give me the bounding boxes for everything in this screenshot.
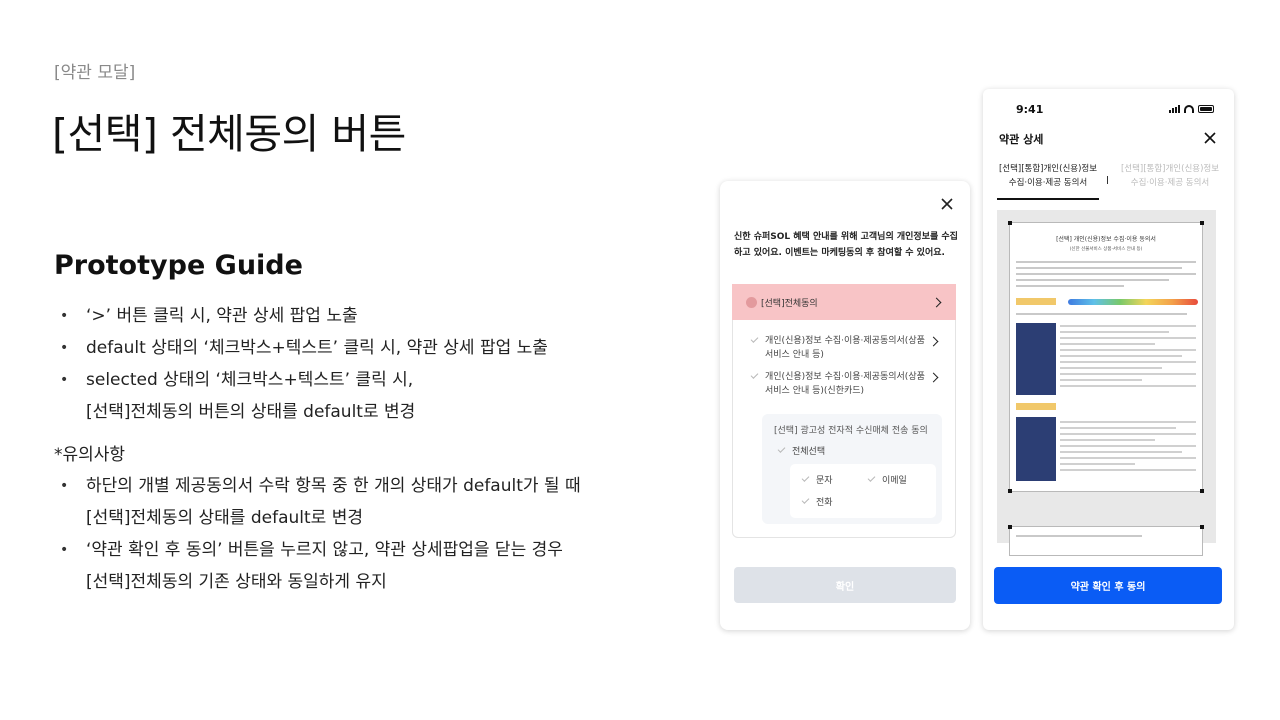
- section-tag: [1016, 403, 1056, 410]
- guide-item-text: default 상태의 ‘체크박스+텍스트’ 클릭 시, 약관 상세 팝업 노출: [86, 338, 548, 358]
- all-agree-label: [선택]전체동의: [761, 298, 818, 309]
- tab-divider: [1107, 176, 1108, 184]
- active-tab-indicator: [997, 198, 1099, 200]
- close-icon[interactable]: [940, 197, 954, 211]
- document-text: [1016, 261, 1196, 291]
- guide-list: ‘>’ 버튼 클릭 시, 약관 상세 팝업 노출 default 상태의 ‘체크…: [60, 300, 700, 428]
- agree-after-review-button[interactable]: 약관 확인 후 동의: [994, 567, 1222, 604]
- check-icon: [867, 474, 876, 482]
- grade-scale-bar: [1068, 299, 1198, 305]
- detail-heading: 약관 상세: [999, 133, 1044, 146]
- note-item: 하단의 개별 제공동의서 수락 항목 중 한 개의 상태가 default가 될…: [60, 470, 700, 534]
- battery-icon: [1198, 105, 1214, 113]
- tab-label: [선택][통합]개인(신용)정보: [998, 164, 1098, 174]
- notes-heading: *유의사항: [54, 445, 126, 465]
- notes-list: 하단의 개별 제공동의서 수락 항목 중 한 개의 상태가 default가 될…: [60, 470, 700, 598]
- wifi-icon: [1184, 105, 1194, 113]
- document-viewer[interactable]: [선택] 개인(신용)정보 수집·이용 동의서 (신한 선불서비스 상품·서비스…: [997, 210, 1216, 556]
- document-subtitle: (신한 선불서비스 상품·서비스 안내 등): [1069, 247, 1143, 252]
- note-item-text-cont: [선택]전체동의 상태를 default로 변경: [86, 508, 363, 528]
- corner-mark: [1008, 221, 1012, 225]
- document-text: [1016, 535, 1196, 541]
- signal-icon: [1169, 105, 1180, 113]
- check-icon: [801, 474, 810, 482]
- guide-item-text: selected 상태의 ‘체크박스+텍스트’ 클릭 시,: [86, 370, 414, 390]
- channel-options: 문자 이메일 전화: [790, 464, 936, 518]
- note-item-text: 하단의 개별 제공동의서 수락 항목 중 한 개의 상태가 default가 될…: [86, 476, 581, 496]
- modal-intro: 신한 슈퍼SOL 혜택 안내를 위해 고객님의 개인정보를 수집하고 있어요. …: [734, 232, 958, 258]
- guide-item-text-cont: [선택]전체동의 버튼의 상태를 default로 변경: [86, 402, 416, 422]
- agreement-modal: 신한 슈퍼SOL 혜택 안내를 위해 고객님의 개인정보를 수집하고 있어요. …: [720, 181, 970, 630]
- table-header-block: [1016, 323, 1056, 395]
- corner-mark: [1008, 525, 1012, 529]
- table-header-block: [1016, 417, 1056, 481]
- agreement-item-label: 개인(신용)정보 수집·이용·제공동의서(상품서비스 안내 등): [765, 336, 925, 360]
- channel-option[interactable]: 문자: [801, 473, 833, 486]
- page-title: [선택] 전체동의 버튼: [52, 110, 406, 158]
- corner-mark: [1200, 489, 1204, 493]
- ad-consent-section: [선택] 광고성 전자적 수신매체 전송 동의 전체선택 문자 이메일 전화: [762, 414, 942, 524]
- chevron-right-icon[interactable]: [931, 297, 942, 308]
- document-page: [선택] 개인(신용)정보 수집·이용 동의서 (신한 선불서비스 상품·서비스…: [1008, 221, 1204, 493]
- guide-item: ‘>’ 버튼 클릭 시, 약관 상세 팝업 노출: [60, 300, 700, 332]
- guide-item: selected 상태의 ‘체크박스+텍스트’ 클릭 시, [선택]전체동의 버튼…: [60, 364, 700, 428]
- agreement-item[interactable]: 개인(신용)정보 수집·이용·제공동의서(상품서비스 안내 등): [750, 334, 931, 362]
- note-item: ‘약관 확인 후 동의’ 버튼을 누르지 않고, 약관 상세팝업을 닫는 경우 […: [60, 534, 700, 598]
- check-icon: [750, 371, 759, 379]
- tab-label-cont: 수집·이용·제공 동의서: [1130, 178, 1210, 188]
- corner-mark: [1200, 525, 1204, 529]
- tab-label-cont: 수집·이용·제공 동의서: [1008, 178, 1088, 188]
- ad-consent-title: [선택] 광고성 전자적 수신매체 전송 동의: [774, 426, 928, 436]
- channel-label: 이메일: [882, 476, 907, 486]
- confirm-button[interactable]: 확인: [734, 567, 956, 603]
- document-title: [선택] 개인(신용)정보 수집·이용 동의서: [1056, 236, 1156, 243]
- guide-item: default 상태의 ‘체크박스+텍스트’ 클릭 시, 약관 상세 팝업 노출: [60, 332, 700, 364]
- check-icon: [777, 445, 786, 453]
- channel-option[interactable]: 전화: [801, 495, 833, 508]
- select-all-option[interactable]: 전체선택: [777, 444, 826, 457]
- document-page: [1008, 525, 1204, 556]
- all-agree-row[interactable]: [선택]전체동의: [732, 284, 956, 320]
- channel-label: 문자: [816, 476, 833, 486]
- check-icon: [750, 335, 759, 343]
- agreement-item[interactable]: 개인(신용)정보 수집·이용·제공동의서(상품서비스 안내 등)(신한카드): [750, 370, 931, 398]
- status-icons: [1169, 105, 1214, 113]
- checkbox-icon[interactable]: [746, 296, 757, 308]
- corner-mark: [1200, 221, 1204, 225]
- document-text: [1060, 421, 1196, 475]
- eyebrow-label: [약관 모달]: [54, 63, 136, 83]
- guide-heading: Prototype Guide: [54, 250, 303, 281]
- tab-consent-2[interactable]: [선택][통합]개인(신용)정보 수집·이용·제공 동의서: [1117, 162, 1223, 190]
- select-all-label: 전체선택: [792, 447, 826, 457]
- document-text: [1060, 325, 1196, 391]
- guide-item-text: ‘>’ 버튼 클릭 시, 약관 상세 팝업 노출: [86, 306, 358, 326]
- channel-label: 전화: [816, 498, 833, 508]
- channel-option[interactable]: 이메일: [867, 473, 907, 486]
- tab-label: [선택][통합]개인(신용)정보: [1120, 164, 1220, 174]
- document-text: [1016, 313, 1196, 319]
- tab-consent-1[interactable]: [선택][통합]개인(신용)정보 수집·이용·제공 동의서: [997, 162, 1099, 190]
- corner-mark: [1008, 489, 1012, 493]
- note-item-text-cont: [선택]전체동의 기존 상태와 동일하게 유지: [86, 572, 387, 592]
- section-tag: [1016, 298, 1056, 305]
- agreement-item-label: 개인(신용)정보 수집·이용·제공동의서(상품서비스 안내 등)(신한카드): [765, 372, 925, 396]
- note-item-text: ‘약관 확인 후 동의’ 버튼을 누르지 않고, 약관 상세팝업을 닫는 경우: [86, 540, 563, 560]
- close-icon[interactable]: [1204, 132, 1216, 144]
- status-time: 9:41: [1016, 103, 1044, 116]
- agreement-detail-popup: 9:41 약관 상세 [선택][통합]개인(신용)정보 수집·이용·제공 동의서…: [983, 89, 1234, 630]
- check-icon: [801, 496, 810, 504]
